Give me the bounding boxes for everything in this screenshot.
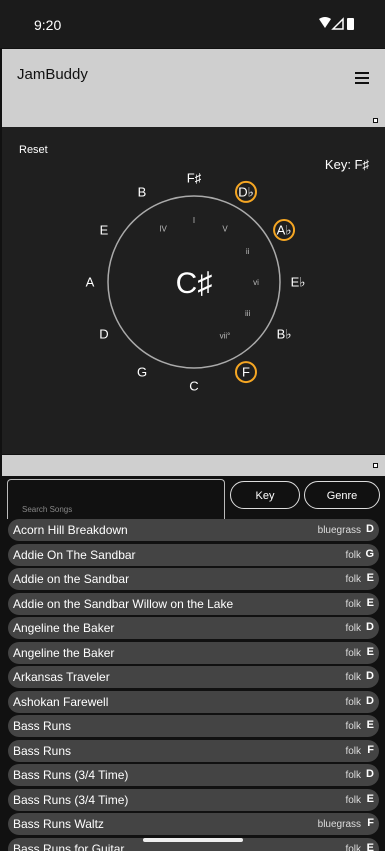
song-list: Acorn Hill Breakdown bluegrass D Addie On T… bbox=[0, 519, 385, 851]
song-row[interactable]: Addie on the Sandbar Willow on the Lake f… bbox=[8, 592, 379, 615]
home-indicator[interactable] bbox=[143, 838, 243, 842]
song-genre: folk bbox=[345, 745, 361, 757]
song-row[interactable]: Arkansas Traveler folk D bbox=[8, 666, 379, 688]
song-row[interactable]: Addie On The Sandbar folk G bbox=[8, 543, 379, 566]
resize-handle-icon[interactable] bbox=[373, 463, 378, 468]
key-filter-button[interactable]: Key bbox=[230, 481, 300, 509]
song-key: D bbox=[366, 523, 374, 535]
song-genre: folk bbox=[345, 721, 361, 732]
status-bar: 9:20 bbox=[0, 0, 385, 48]
song-title: Addie On The Sandbar bbox=[13, 547, 136, 562]
song-title: Addie on the Sandbar bbox=[13, 572, 130, 586]
circle-of-fifths-panel: Reset Key: F♯ C♯ F♯ D♭ A♭ E♭ B♭ F C G D A E B I Vii v… bbox=[2, 127, 385, 454]
song-genre: bluegrass bbox=[317, 819, 361, 830]
song-row[interactable]: Addie on the Sandbar folk E bbox=[8, 568, 379, 590]
note-label[interactable]: E bbox=[100, 223, 109, 238]
song-genre: bluegrass bbox=[317, 525, 361, 536]
note-label[interactable]: A bbox=[86, 275, 95, 290]
song-title: Bass Runs bbox=[13, 743, 72, 758]
song-genre: folk bbox=[345, 574, 361, 585]
song-key: F bbox=[367, 743, 374, 756]
song-key: E bbox=[366, 645, 374, 658]
roman-numeral: ii bbox=[246, 247, 250, 256]
center-key: C♯ bbox=[176, 267, 213, 300]
song-key: E bbox=[366, 792, 374, 805]
battery-icon bbox=[347, 18, 354, 30]
roman-numeral: vi bbox=[253, 278, 259, 287]
song-title: Acorn Hill Breakdown bbox=[13, 523, 128, 537]
song-row[interactable]: Acorn Hill Breakdown bluegrass D bbox=[8, 519, 379, 541]
song-key: D bbox=[366, 694, 374, 707]
song-key: E bbox=[366, 841, 374, 851]
song-title: Ashokan Farewell bbox=[13, 694, 109, 709]
song-genre: folk bbox=[345, 672, 361, 683]
panel-divider[interactable] bbox=[2, 455, 385, 476]
song-title: Bass Runs for Guitar bbox=[13, 841, 125, 851]
status-icons bbox=[319, 17, 354, 30]
resize-handle-icon[interactable] bbox=[373, 118, 378, 123]
search-filter-row: Key Genre bbox=[0, 476, 385, 522]
song-genre: folk bbox=[345, 770, 361, 781]
song-title: Addie on the Sandbar Willow on the Lake bbox=[13, 596, 234, 611]
song-genre: folk bbox=[345, 549, 361, 561]
note-label[interactable]: B♭ bbox=[277, 327, 292, 342]
song-key: E bbox=[366, 596, 374, 609]
song-row[interactable]: Angeline the Baker folk D bbox=[8, 617, 379, 639]
song-row[interactable]: Ashokan Farewell folk D bbox=[8, 690, 379, 713]
signal-icon bbox=[331, 17, 344, 30]
song-genre: folk bbox=[345, 623, 361, 634]
hamburger-menu-icon[interactable] bbox=[355, 72, 369, 86]
app-bar: JamBuddy bbox=[2, 49, 385, 127]
circle-of-fifths[interactable]: C♯ F♯D♭A♭E♭B♭FCGDAEB IViiviiiivii°IV bbox=[2, 127, 385, 454]
note-label[interactable]: A♭ bbox=[277, 223, 292, 238]
song-key: G bbox=[365, 547, 374, 560]
song-key: E bbox=[366, 719, 374, 731]
roman-numeral: vii° bbox=[220, 332, 231, 341]
song-title: Bass Runs (3/4 Time) bbox=[13, 792, 129, 807]
app-title: JamBuddy bbox=[17, 66, 88, 83]
note-label[interactable]: G bbox=[137, 365, 147, 380]
genre-filter-button[interactable]: Genre bbox=[304, 481, 380, 509]
roman-numeral: IV bbox=[159, 224, 167, 233]
song-key: D bbox=[366, 670, 374, 682]
note-label[interactable]: B bbox=[138, 184, 147, 199]
song-title: Bass Runs Waltz bbox=[13, 817, 104, 831]
song-key: D bbox=[366, 621, 374, 633]
search-input[interactable] bbox=[8, 480, 224, 519]
song-title: Arkansas Traveler bbox=[13, 670, 110, 684]
roman-numeral: I bbox=[193, 216, 195, 225]
note-label[interactable]: F bbox=[242, 365, 250, 380]
song-key: D bbox=[366, 768, 374, 780]
note-label[interactable]: D♭ bbox=[238, 184, 254, 199]
song-row[interactable]: Bass Runs folk E bbox=[8, 715, 379, 737]
song-key: E bbox=[366, 572, 374, 584]
song-genre: folk bbox=[345, 794, 361, 806]
note-label[interactable]: C bbox=[189, 379, 198, 394]
note-label[interactable]: F♯ bbox=[187, 171, 201, 186]
song-row[interactable]: Angeline the Baker folk E bbox=[8, 641, 379, 664]
note-label[interactable]: D bbox=[99, 327, 108, 342]
song-row[interactable]: Bass Runs (3/4 Time) folk E bbox=[8, 788, 379, 811]
song-row[interactable]: Bass Runs Waltz bluegrass F bbox=[8, 813, 379, 835]
song-title: Angeline the Baker bbox=[13, 645, 115, 660]
search-field[interactable] bbox=[7, 479, 225, 519]
song-title: Bass Runs (3/4 Time) bbox=[13, 768, 129, 782]
wifi-icon bbox=[319, 17, 331, 28]
song-title: Bass Runs bbox=[13, 719, 72, 733]
note-label[interactable]: E♭ bbox=[291, 275, 306, 290]
song-genre: folk bbox=[345, 647, 361, 659]
song-key: F bbox=[367, 817, 374, 829]
roman-numeral: V bbox=[222, 224, 228, 233]
song-title: Angeline the Baker bbox=[13, 621, 115, 635]
song-row[interactable]: Bass Runs (3/4 Time) folk D bbox=[8, 764, 379, 786]
song-row[interactable]: Bass Runs folk F bbox=[8, 739, 379, 762]
song-genre: folk bbox=[345, 696, 361, 708]
song-genre: folk bbox=[345, 598, 361, 610]
song-genre: folk bbox=[345, 843, 361, 851]
roman-numeral: iii bbox=[245, 309, 251, 318]
status-time: 9:20 bbox=[34, 17, 62, 33]
